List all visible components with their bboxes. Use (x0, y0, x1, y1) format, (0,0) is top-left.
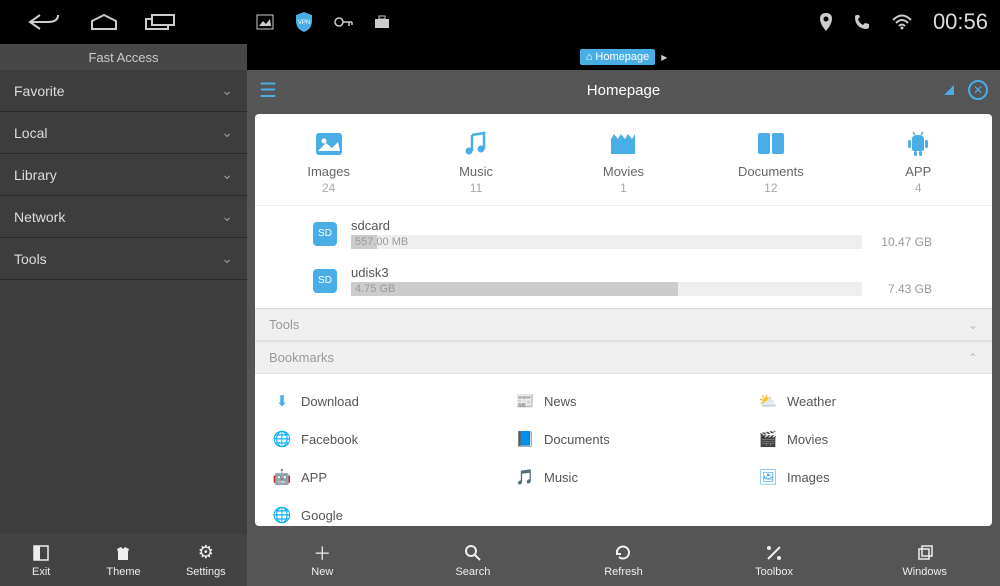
exit-icon (32, 543, 50, 563)
category-images[interactable]: Images 24 (274, 128, 384, 195)
bookmark-facebook[interactable]: 🌐Facebook (259, 420, 502, 458)
download-icon: ⬇ (273, 392, 291, 410)
news-icon: 📰 (516, 392, 534, 410)
location-icon (819, 12, 833, 32)
sidebar-item-network[interactable]: Network⌄ (0, 196, 247, 238)
storage-bar: 4.75 GB (351, 282, 862, 296)
storage-bar: 557.00 MB (351, 235, 862, 249)
new-button[interactable]: ＋New (247, 534, 398, 586)
theme-icon (114, 543, 132, 563)
svg-text:VPN: VPN (298, 20, 310, 26)
sidebar-item-favorite[interactable]: Favorite⌄ (0, 70, 247, 112)
section-bookmarks[interactable]: Bookmarks ⌃ (255, 341, 992, 374)
picture-status-icon (256, 14, 274, 30)
bookmark-images[interactable]: 🖼Images (745, 458, 988, 496)
bookmark-movies[interactable]: 🎬Movies (745, 420, 988, 458)
phone-icon (853, 13, 871, 31)
page-title: Homepage (587, 82, 660, 99)
bookmarks-grid: ⬇Download 📰News ⛅Weather 🌐Facebook 📘Docu… (255, 374, 992, 526)
exit-button[interactable]: Exit (0, 534, 82, 586)
globe-icon: 🌐 (273, 506, 291, 524)
sidebar-item-tools[interactable]: Tools⌄ (0, 238, 247, 280)
documents-icon: 📘 (516, 430, 534, 448)
chevron-down-icon: ⌄ (968, 318, 978, 332)
resize-corner-icon[interactable] (944, 85, 954, 95)
home-nav-icon[interactable] (88, 13, 120, 31)
windows-icon (916, 543, 934, 563)
music-icon (421, 128, 531, 160)
theme-button[interactable]: Theme (82, 534, 164, 586)
chevron-down-icon: ⌄ (221, 208, 233, 225)
bookmark-music[interactable]: 🎵Music (502, 458, 745, 496)
category-movies[interactable]: Movies 1 (568, 128, 678, 195)
weather-icon: ⛅ (759, 392, 777, 410)
tab-homepage[interactable]: ⌂ Homepage (580, 49, 655, 65)
back-nav-icon[interactable] (28, 13, 64, 31)
windows-button[interactable]: Windows (849, 534, 1000, 586)
images-icon (274, 128, 384, 160)
bookmark-app[interactable]: 🤖APP (259, 458, 502, 496)
chevron-up-icon: ⌃ (968, 351, 978, 365)
android-icon: 🤖 (273, 468, 291, 486)
main-panel: Images 24 Music 11 Movies 1 Documents 12 (255, 114, 992, 526)
close-button[interactable]: ✕ (968, 80, 988, 100)
chevron-down-icon: ⌄ (221, 124, 233, 141)
bookmark-documents[interactable]: 📘Documents (502, 420, 745, 458)
content-area: ☰ Homepage ✕ Images 24 Music 11 (247, 70, 1000, 534)
sidebar-item-library[interactable]: Library⌄ (0, 154, 247, 196)
sd-icon: SD (313, 222, 337, 246)
status-bar: VPN 00:56 (0, 0, 1000, 44)
movies-icon: 🎬 (759, 430, 777, 448)
refresh-icon (614, 543, 632, 563)
hamburger-menu-icon[interactable]: ☰ (259, 78, 277, 103)
storage-list: SD sdcard 557.00 MB 10.47 GB SD (255, 206, 992, 308)
bookmark-google[interactable]: 🌐Google (259, 496, 502, 526)
bookmark-weather[interactable]: ⛅Weather (745, 382, 988, 420)
vpn-shield-icon: VPN (294, 11, 314, 33)
sd-icon: SD (313, 269, 337, 293)
settings-button[interactable]: ⚙Settings (165, 534, 247, 586)
sidebar-header: Fast Access (0, 44, 247, 70)
chevron-down-icon: ⌄ (221, 166, 233, 183)
bookmark-news[interactable]: 📰News (502, 382, 745, 420)
storage-item-udisk3[interactable]: SD udisk3 4.75 GB 7.43 GB (255, 257, 992, 304)
section-tools[interactable]: Tools ⌄ (255, 308, 992, 341)
gear-icon: ⚙ (198, 543, 214, 563)
chevron-down-icon: ⌄ (221, 250, 233, 267)
wifi-icon (891, 14, 913, 30)
plus-icon: ＋ (313, 543, 331, 563)
category-music[interactable]: Music 11 (421, 128, 531, 195)
refresh-button[interactable]: Refresh (548, 534, 699, 586)
images-icon: 🖼 (759, 468, 777, 486)
movies-icon (568, 128, 678, 160)
category-documents[interactable]: Documents 12 (716, 128, 826, 195)
tab-add-icon[interactable]: ▸ (661, 50, 667, 64)
sidebar-item-local[interactable]: Local⌄ (0, 112, 247, 154)
bottom-bar: Exit Theme ⚙Settings ＋New Search Refresh… (0, 534, 1000, 586)
key-status-icon (334, 16, 354, 28)
content-header: ☰ Homepage ✕ (247, 70, 1000, 110)
category-row: Images 24 Music 11 Movies 1 Documents 12 (255, 114, 992, 206)
toolbox-icon (765, 543, 783, 563)
briefcase-status-icon (374, 15, 390, 29)
clock-time: 00:56 (933, 9, 988, 35)
home-icon: ⌂ (586, 51, 593, 63)
storage-item-sdcard[interactable]: SD sdcard 557.00 MB 10.47 GB (255, 210, 992, 257)
search-icon (464, 543, 482, 563)
category-app[interactable]: APP 4 (863, 128, 973, 195)
sidebar: Favorite⌄ Local⌄ Library⌄ Network⌄ Tools… (0, 70, 247, 534)
globe-icon: 🌐 (273, 430, 291, 448)
toolbox-button[interactable]: Toolbox (699, 534, 850, 586)
chevron-down-icon: ⌄ (221, 82, 233, 99)
tab-bar: Fast Access ⌂ Homepage ▸ (0, 44, 1000, 70)
documents-icon (716, 128, 826, 160)
music-icon: 🎵 (516, 468, 534, 486)
android-icon (863, 128, 973, 160)
bookmark-download[interactable]: ⬇Download (259, 382, 502, 420)
search-button[interactable]: Search (398, 534, 549, 586)
recent-nav-icon[interactable] (144, 13, 176, 31)
